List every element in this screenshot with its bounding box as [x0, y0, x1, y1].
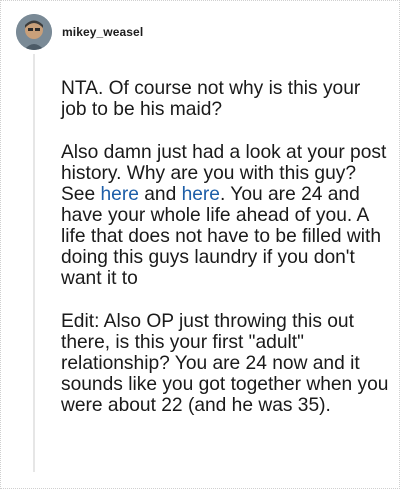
comment-paragraph-1: NTA. Of course not why is this your job … [61, 78, 391, 120]
user-avatar-icon[interactable] [16, 14, 52, 50]
paragraph-1-text: NTA. Of course not why is this your job … [61, 78, 361, 120]
post-history-link-1[interactable]: here [100, 184, 138, 205]
username-link[interactable]: mikey_weasel [62, 25, 143, 39]
comment-card: mikey_weasel NTA. Of course not why is t… [0, 0, 400, 489]
post-history-link-2[interactable]: here [182, 184, 220, 205]
paragraph-2-text-mid: and [138, 184, 182, 205]
thread-line[interactable] [33, 54, 35, 472]
paragraph-3-text: Edit: Also OP just throwing this out the… [61, 311, 389, 416]
comment-body: NTA. Of course not why is this your job … [61, 78, 391, 438]
comment-header: mikey_weasel [16, 14, 143, 50]
comment-paragraph-3: Edit: Also OP just throwing this out the… [61, 311, 391, 416]
comment-paragraph-2: Also damn just had a look at your post h… [61, 142, 391, 289]
